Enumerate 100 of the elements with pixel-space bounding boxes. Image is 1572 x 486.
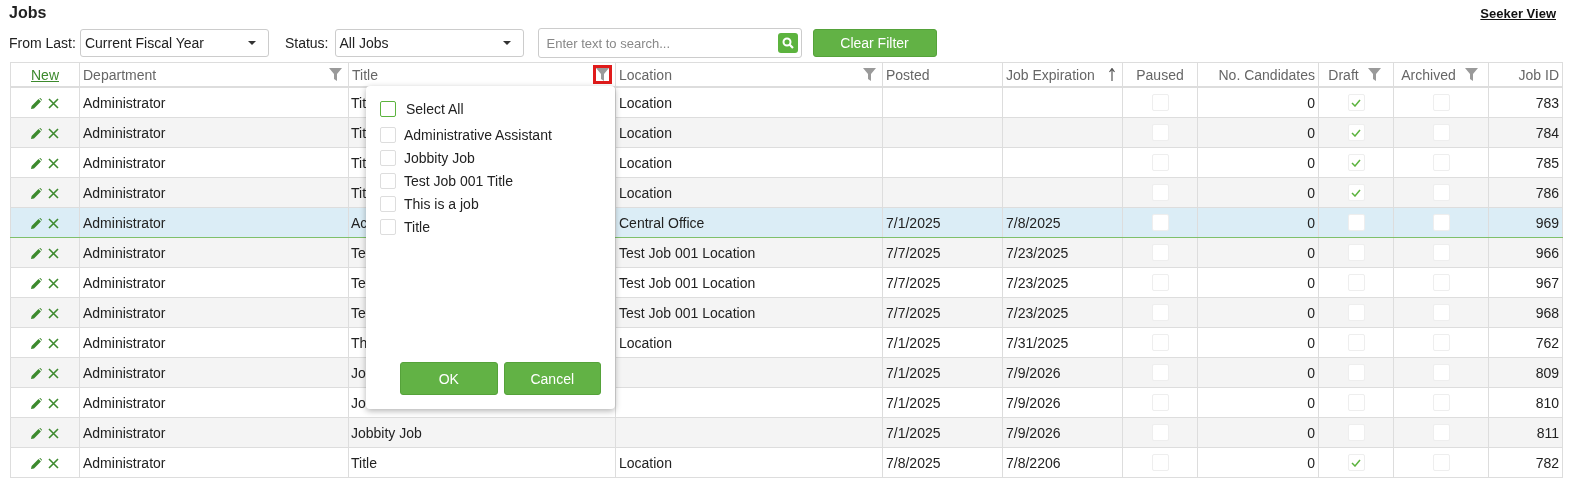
option-label: This is a job [404, 195, 479, 212]
funnel-icon [329, 68, 342, 81]
table-cell: 0 [1307, 244, 1315, 261]
table-cell: Administrator [83, 304, 166, 321]
table-cell: Administrator [83, 394, 166, 411]
search-icon [781, 37, 794, 49]
cross-icon[interactable] [48, 428, 59, 440]
page-title: Jobs [9, 4, 47, 22]
table-cell: 786 [1535, 184, 1559, 201]
table-cell: 969 [1535, 214, 1559, 231]
pencil-icon[interactable] [31, 458, 42, 470]
pencil-icon[interactable] [31, 368, 42, 380]
table-cell: Test Job 001 Location [619, 244, 756, 261]
table-cell: 0 [1307, 454, 1315, 471]
table-cell: 785 [1535, 154, 1559, 171]
pencil-icon[interactable] [31, 128, 42, 140]
cross-icon[interactable] [48, 128, 59, 140]
filter-button[interactable] [326, 65, 345, 84]
column-header[interactable]: Title [352, 66, 378, 83]
table-cell: Administrator [83, 124, 166, 141]
table-cell: 7/1/2025 [886, 394, 941, 411]
cross-icon[interactable] [48, 458, 59, 470]
filter-button[interactable] [593, 65, 612, 84]
table-cell: 0 [1307, 154, 1315, 171]
table-cell: Administrator [83, 184, 166, 201]
table-cell: 968 [1535, 304, 1559, 321]
table-cell: Location [619, 454, 672, 471]
table-cell: 7/1/2025 [886, 334, 941, 351]
cross-icon[interactable] [48, 278, 59, 290]
cross-icon[interactable] [48, 248, 59, 260]
search-box[interactable]: Enter text to search... [537, 28, 802, 58]
from-last-dropdown[interactable]: Current Fiscal Year [79, 29, 269, 57]
table-cell: 0 [1307, 424, 1315, 441]
table-cell: 782 [1535, 454, 1559, 471]
cross-icon[interactable] [48, 188, 59, 200]
table-cell: 0 [1307, 184, 1315, 201]
table-cell: Test Job 001 Location [619, 304, 756, 321]
check-icon [1351, 128, 1361, 137]
table-cell: Administrator [83, 334, 166, 351]
table-cell: 0 [1307, 364, 1315, 381]
table-cell: Location [619, 154, 672, 171]
table-cell: Location [619, 334, 672, 351]
pencil-icon[interactable] [31, 278, 42, 290]
pencil-icon[interactable] [31, 398, 42, 410]
pencil-icon[interactable] [31, 218, 42, 230]
status-dropdown[interactable]: All Jobs [334, 29, 524, 57]
table-cell: 7/9/2026 [1006, 424, 1061, 441]
pencil-icon[interactable] [31, 308, 42, 320]
check-icon [1351, 188, 1361, 197]
cross-icon[interactable] [48, 398, 59, 410]
pencil-icon[interactable] [31, 158, 42, 170]
sort-arrow-icon [1109, 68, 1115, 81]
column-header[interactable]: Location [619, 66, 672, 83]
table-cell: 762 [1535, 334, 1559, 351]
option-label: Administrative Assistant [404, 126, 552, 143]
check-icon [1351, 98, 1361, 107]
pencil-icon[interactable] [31, 338, 42, 350]
table-cell: 0 [1307, 304, 1315, 321]
pencil-icon[interactable] [31, 98, 42, 110]
option-label: Test Job 001 Title [404, 172, 513, 189]
funnel-icon [1464, 68, 1478, 81]
table-cell: Te [351, 304, 366, 321]
option-label: Jobbity Job [404, 149, 475, 166]
table-cell: 7/8/2025 [1006, 214, 1061, 231]
table-cell: 7/8/2025 [886, 454, 941, 471]
table-cell: Jobbity Job [351, 424, 422, 441]
pencil-icon[interactable] [31, 248, 42, 260]
cross-icon[interactable] [48, 98, 59, 110]
column-header[interactable]: Department [83, 66, 157, 83]
filter-button[interactable] [860, 65, 879, 84]
search-button[interactable] [777, 33, 798, 53]
table-cell: 7/7/2025 [886, 244, 941, 261]
filter-label: From Last: [9, 35, 76, 51]
pencil-icon[interactable] [31, 188, 42, 200]
table-cell: Th [351, 334, 368, 351]
caret-icon [502, 41, 511, 45]
table-cell: 0 [1307, 214, 1315, 231]
table-cell: Tit [351, 124, 367, 141]
table-cell: 7/23/2025 [1006, 244, 1069, 261]
table-cell: 811 [1536, 424, 1559, 441]
table-cell: Jo [351, 364, 366, 381]
cross-icon[interactable] [48, 338, 59, 350]
table-cell: 7/7/2025 [886, 304, 941, 321]
cross-icon[interactable] [48, 218, 59, 230]
pencil-icon[interactable] [31, 428, 42, 440]
cross-icon[interactable] [48, 158, 59, 170]
table-cell: 7/23/2025 [1006, 304, 1069, 321]
table-cell: 7/8/2206 [1006, 454, 1061, 471]
cross-icon[interactable] [48, 368, 59, 380]
funnel-icon [863, 68, 876, 81]
table-cell: 809 [1535, 364, 1559, 381]
table-cell: 0 [1307, 274, 1315, 291]
cross-icon[interactable] [48, 308, 59, 320]
seeker-view-link[interactable]: Seeker View [1480, 5, 1556, 21]
table-cell: Administrator [83, 364, 166, 381]
checkbox[interactable] [380, 100, 396, 117]
table-cell: Ac [351, 214, 368, 231]
table-cell: Location [619, 94, 672, 111]
table-cell: 0 [1307, 124, 1315, 141]
table-cell: Test Job 001 Location [619, 274, 756, 291]
